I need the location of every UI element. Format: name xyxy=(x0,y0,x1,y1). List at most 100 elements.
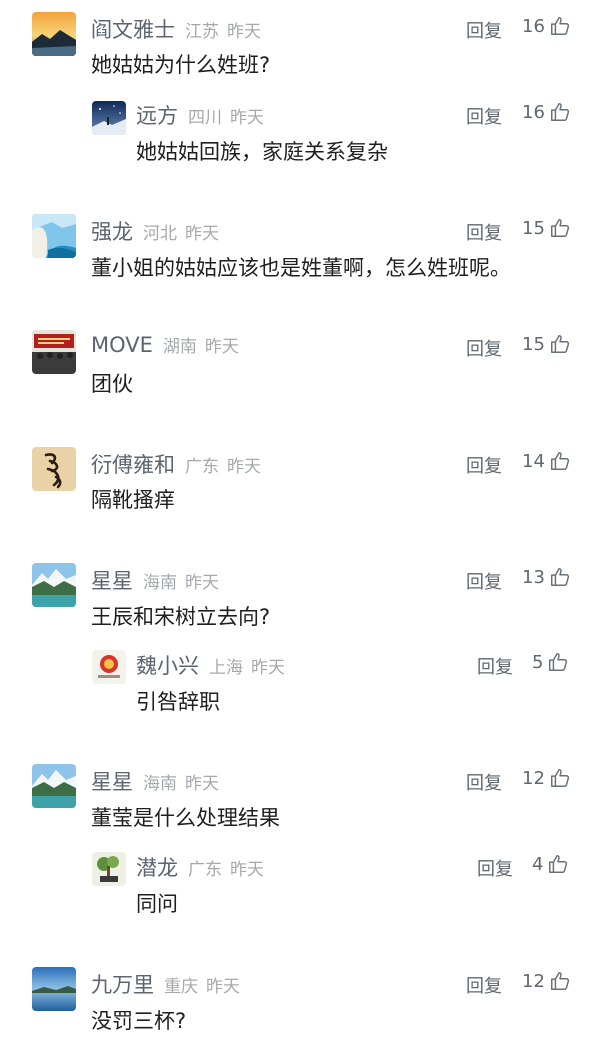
time-label: 昨天 xyxy=(227,22,261,42)
comment-text: 隔靴搔痒 xyxy=(91,488,175,512)
like-count: 15 xyxy=(522,333,545,355)
comment-text: 引咎辞职 xyxy=(136,690,220,714)
like-button[interactable]: 13 xyxy=(522,566,571,588)
location-label: 广东 xyxy=(185,457,219,477)
username[interactable]: 衍傅雍和 xyxy=(91,449,175,479)
thumbs-up-icon xyxy=(550,17,569,35)
like-count: 15 xyxy=(522,217,545,239)
avatar-snow-mountain-lake-image xyxy=(32,764,76,808)
avatar-sea-cliff-image xyxy=(32,214,76,258)
thumbs-up-icon xyxy=(550,335,569,353)
location-label: 河北 xyxy=(143,224,177,244)
thumbs-up-icon xyxy=(549,653,568,671)
username[interactable]: MOVE xyxy=(91,333,153,357)
avatar[interactable] xyxy=(32,764,76,808)
comment-meta: 强龙 河北 昨天 xyxy=(91,216,219,246)
comment-text: 她姑姑回族，家庭关系复杂 xyxy=(136,140,388,164)
avatar[interactable] xyxy=(32,967,76,1011)
like-button[interactable]: 16 xyxy=(522,101,571,123)
like-button[interactable]: 15 xyxy=(522,333,571,355)
like-button[interactable]: 14 xyxy=(522,450,571,472)
avatar-blue-lake-image xyxy=(32,967,76,1011)
comment-text: 没罚三杯? xyxy=(91,1009,187,1033)
reply-button[interactable]: 回复 xyxy=(477,653,513,679)
like-button[interactable]: 16 xyxy=(522,15,571,37)
username[interactable]: 星星 xyxy=(91,565,133,595)
thumbs-up-icon xyxy=(550,972,569,990)
reply-button[interactable]: 回复 xyxy=(466,335,502,361)
comment-text: 团伙 xyxy=(91,372,133,396)
username[interactable]: 远方 xyxy=(136,100,178,130)
thumbs-up-icon xyxy=(550,568,569,586)
like-button[interactable]: 12 xyxy=(522,970,571,992)
comment-meta: 远方 四川 昨天 xyxy=(136,100,264,130)
reply-button[interactable]: 回复 xyxy=(466,219,502,245)
like-count: 5 xyxy=(532,651,544,673)
username[interactable]: 魏小兴 xyxy=(136,650,199,680)
reply-button[interactable]: 回复 xyxy=(466,452,502,478)
avatar[interactable] xyxy=(92,101,126,135)
thumbs-up-icon xyxy=(550,769,569,787)
avatar-logo-badge-image xyxy=(92,650,126,684)
time-label: 昨天 xyxy=(206,977,240,997)
avatar[interactable] xyxy=(92,852,126,886)
comment-meta: 九万里 重庆 昨天 xyxy=(91,969,240,999)
like-button[interactable]: 4 xyxy=(532,853,569,875)
thumbs-up-icon xyxy=(549,855,568,873)
like-count: 16 xyxy=(522,15,545,37)
avatar-snow-mountain-lake-image xyxy=(32,563,76,607)
username[interactable]: 潜龙 xyxy=(136,852,178,882)
comment-meta: 潜龙 广东 昨天 xyxy=(136,852,264,882)
reply-button[interactable]: 回复 xyxy=(466,568,502,594)
location-label: 四川 xyxy=(188,108,222,128)
like-count: 12 xyxy=(522,970,545,992)
comment-text: 董莹是什么处理结果 xyxy=(91,806,280,830)
comment-text: 她姑姑为什么姓班? xyxy=(91,53,271,77)
avatar-night-sky-image xyxy=(92,101,126,135)
comment-text: 董小姐的姑姑应该也是姓董啊，怎么姓班呢。 xyxy=(91,256,511,280)
avatar[interactable] xyxy=(32,447,76,491)
time-label: 昨天 xyxy=(185,573,219,593)
like-button[interactable]: 12 xyxy=(522,767,571,789)
location-label: 江苏 xyxy=(185,22,219,42)
reply-button[interactable]: 回复 xyxy=(466,103,502,129)
comment-meta: 衍傅雍和 广东 昨天 xyxy=(91,449,261,479)
location-label: 上海 xyxy=(209,658,243,678)
time-label: 昨天 xyxy=(204,337,239,357)
avatar-sunset-landscape-image xyxy=(32,12,76,56)
username[interactable]: 星星 xyxy=(91,766,133,796)
like-count: 12 xyxy=(522,767,545,789)
username[interactable]: 阎文雅士 xyxy=(91,14,175,44)
location-label: 广东 xyxy=(188,860,222,880)
username[interactable]: 九万里 xyxy=(91,969,154,999)
like-count: 4 xyxy=(532,853,544,875)
thumbs-up-icon xyxy=(550,219,569,237)
time-label: 昨天 xyxy=(227,457,261,477)
comment-meta: 星星 海南 昨天 xyxy=(91,766,219,796)
comment-text: 王辰和宋树立去向? xyxy=(91,605,271,629)
like-button[interactable]: 5 xyxy=(532,651,569,673)
avatar-calligraphy-image xyxy=(32,447,76,491)
username[interactable]: 强龙 xyxy=(91,216,133,246)
thumbs-up-icon xyxy=(550,103,569,121)
avatar[interactable] xyxy=(32,330,76,374)
comment-meta: 魏小兴 上海 昨天 xyxy=(136,650,285,680)
reply-button[interactable]: 回复 xyxy=(466,972,502,998)
avatar[interactable] xyxy=(32,12,76,56)
avatar[interactable] xyxy=(32,214,76,258)
location-label: 海南 xyxy=(143,774,177,794)
comment-meta: 阎文雅士 江苏 昨天 xyxy=(91,14,261,44)
avatar[interactable] xyxy=(32,563,76,607)
comment-meta: 星星 海南 昨天 xyxy=(91,565,219,595)
comment-meta: MOVE 湖南 昨天 xyxy=(91,332,239,357)
like-count: 16 xyxy=(522,101,545,123)
avatar[interactable] xyxy=(92,650,126,684)
time-label: 昨天 xyxy=(230,108,264,128)
time-label: 昨天 xyxy=(185,774,219,794)
location-label: 海南 xyxy=(143,573,177,593)
reply-button[interactable]: 回复 xyxy=(477,855,513,881)
reply-button[interactable]: 回复 xyxy=(466,17,502,43)
like-button[interactable]: 15 xyxy=(522,217,571,239)
thumbs-up-icon xyxy=(550,452,569,470)
reply-button[interactable]: 回复 xyxy=(466,769,502,795)
